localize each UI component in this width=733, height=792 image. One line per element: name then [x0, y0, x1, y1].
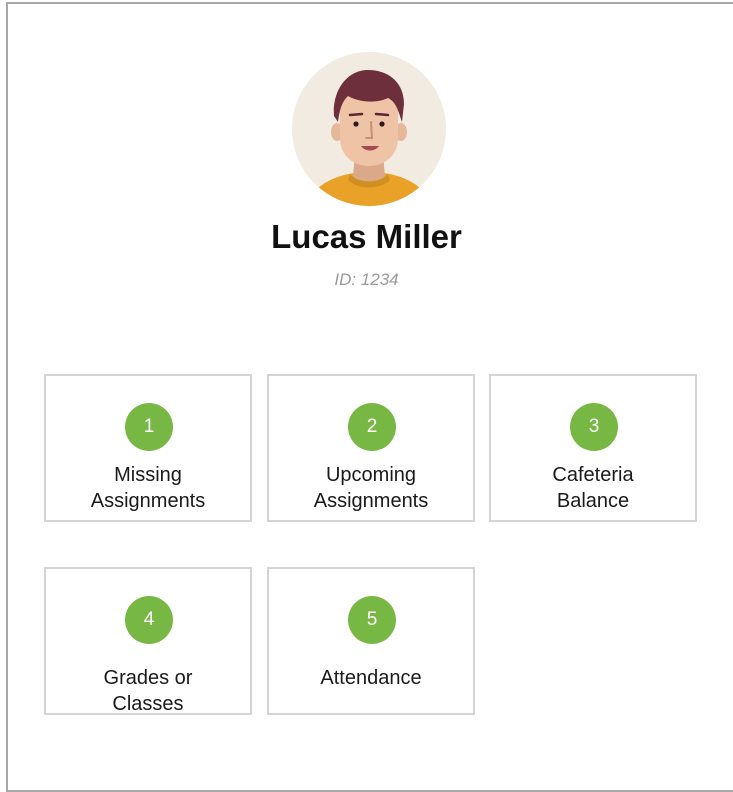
tile-number-badge: 5 [348, 596, 396, 644]
tile-label-line: Classes [112, 693, 184, 715]
tile-label-line: Assignments [313, 490, 429, 512]
tile-upcoming-assignments[interactable]: 2 Upcoming Assignments [267, 374, 475, 522]
tile-label: Missing Assignments [46, 462, 250, 514]
tile-cafeteria-balance[interactable]: 3 Cafeteria Balance [489, 374, 697, 522]
tile-label-line: Balance [556, 490, 630, 512]
tile-label-line: Cafeteria [552, 464, 634, 486]
student-name: Lucas Miller [271, 218, 462, 255]
tile-label-line: Missing [114, 464, 182, 486]
tile-label-line: Assignments [90, 490, 206, 512]
student-id: ID: 1234 [334, 270, 399, 289]
tile-label: Cafeteria Balance [491, 462, 695, 514]
tile-label: Upcoming Assignments [269, 462, 473, 514]
tile-number-badge: 4 [125, 596, 173, 644]
tile-label-line: Upcoming [325, 464, 417, 486]
tile-label: Attendance [269, 665, 473, 691]
tile-attendance[interactable]: 5 Attendance [267, 567, 475, 715]
tile-grades-or-classes[interactable]: 4 Grades or Classes [44, 567, 252, 715]
tile-label-line: Grades or [103, 667, 193, 689]
tile-number-badge: 3 [570, 403, 618, 451]
tile-label: Grades or Classes [46, 665, 250, 717]
tile-number-badge: 1 [125, 403, 173, 451]
tile-number-badge: 2 [348, 403, 396, 451]
tile-label-line: Attendance [320, 667, 422, 689]
avatar-illustration [292, 52, 446, 206]
avatar [292, 52, 446, 206]
tile-missing-assignments[interactable]: 1 Missing Assignments [44, 374, 252, 522]
